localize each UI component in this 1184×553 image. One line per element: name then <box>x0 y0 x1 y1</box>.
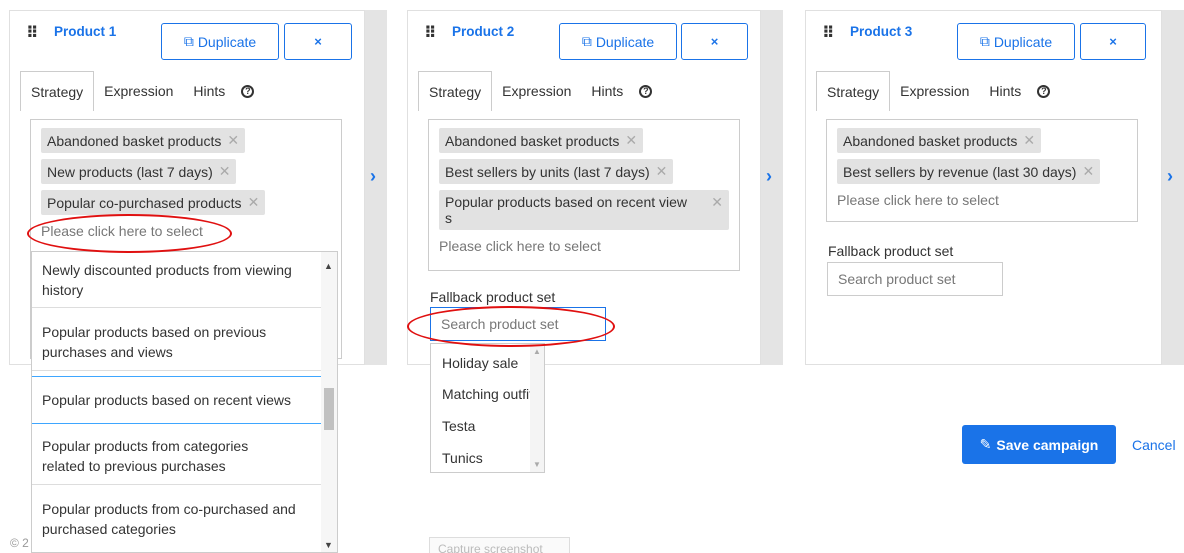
strategy-select[interactable]: Abandoned basket products ✕ Best sellers … <box>428 119 740 271</box>
chevron-right-icon[interactable]: › <box>766 167 772 185</box>
fallback-search-input[interactable]: Search product set <box>827 262 1003 296</box>
duplicate-icon: ⧉ <box>581 33 592 49</box>
close-button[interactable]: × <box>284 23 352 60</box>
remove-chip-icon[interactable]: ✕ <box>711 194 723 210</box>
save-campaign-button[interactable]: ✎ Save campaign <box>962 425 1116 464</box>
card-gutter-1: › <box>365 10 387 365</box>
select-placeholder[interactable]: Please click here to select <box>439 238 729 254</box>
tab-hints[interactable]: Hints <box>979 71 1031 111</box>
tab-expression[interactable]: Expression <box>94 71 183 111</box>
tab-hints[interactable]: Hints <box>183 71 235 111</box>
list-item[interactable]: Matching outfit <box>442 386 533 402</box>
product-card-3: ⠿ Product 3 ⧉ Duplicate × Strategy Expre… <box>805 10 1162 365</box>
strategy-chip: Popular products based on recent view ✕ s <box>439 190 729 230</box>
strategy-chip: Abandoned basket products ✕ <box>41 128 246 153</box>
tab-strategy[interactable]: Strategy <box>418 71 493 111</box>
dropdown-scrollbar[interactable]: ▲ ▼ <box>321 252 337 552</box>
chevron-right-icon[interactable]: › <box>1167 167 1173 185</box>
list-item[interactable]: Popular products based on recent views <box>32 376 322 424</box>
help-circle-icon[interactable]: ? <box>639 84 653 98</box>
list-item[interactable]: Holiday sale <box>442 355 518 371</box>
list-item[interactable]: Tunics <box>442 450 483 466</box>
card-gutter-2: › <box>761 10 783 365</box>
strategy-chip: Abandoned basket products ✕ <box>439 128 644 153</box>
tab-strategy[interactable]: Strategy <box>20 71 95 111</box>
remove-chip-icon[interactable]: ✕ <box>1082 163 1094 180</box>
remove-chip-icon[interactable]: ✕ <box>656 163 668 180</box>
scroll-up-icon[interactable]: ▲ <box>324 261 333 271</box>
duplicate-icon: ⧉ <box>979 33 990 49</box>
product-title: Product 3 <box>850 24 913 39</box>
card-gutter-3: › <box>1162 10 1184 365</box>
annotation-circle <box>27 214 232 253</box>
list-item[interactable]: Popular products from co-purchased and pu… <box>32 490 322 548</box>
fallback-label: Fallback product set <box>430 289 556 305</box>
strategy-chip: Best sellers by revenue (last 30 days) ✕ <box>837 159 1101 184</box>
fallback-label: Fallback product set <box>828 243 954 259</box>
duplicate-button[interactable]: ⧉ Duplicate <box>559 23 677 60</box>
tab-bar: Strategy Expression Hints ? <box>20 71 364 111</box>
list-item[interactable]: Popular products from categories related … <box>32 427 322 485</box>
remove-chip-icon[interactable]: ✕ <box>1023 132 1035 149</box>
help-circle-icon[interactable]: ? <box>241 84 255 98</box>
dropdown-scrollbar[interactable]: ▲ ▼ <box>530 344 544 472</box>
drag-handle-icon[interactable]: ⠿ <box>26 23 38 43</box>
chevron-right-icon[interactable]: › <box>370 167 376 185</box>
scroll-down-icon[interactable]: ▼ <box>533 460 541 469</box>
edit-icon: ✎ <box>979 436 992 452</box>
tab-hints[interactable]: Hints <box>581 71 633 111</box>
tab-expression[interactable]: Expression <box>890 71 979 111</box>
card-header: ⠿ Product 1 ⧉ Duplicate × <box>10 11 364 71</box>
strategy-dropdown-list[interactable]: Newly discounted products from viewing hi… <box>31 251 338 553</box>
select-placeholder[interactable]: Please click here to select <box>837 192 1127 208</box>
strategy-chip: Abandoned basket products ✕ <box>837 128 1042 153</box>
strategy-select[interactable]: Abandoned basket products ✕ Best sellers … <box>826 119 1138 222</box>
duplicate-button[interactable]: ⧉ Duplicate <box>957 23 1075 60</box>
strategy-chip: New products (last 7 days) ✕ <box>41 159 237 184</box>
remove-chip-icon[interactable]: ✕ <box>219 163 231 180</box>
duplicate-icon: ⧉ <box>183 33 194 49</box>
capture-screenshot-button[interactable]: Capture screenshot <box>429 537 570 553</box>
copyright-text: © 2 <box>10 536 29 550</box>
tab-expression[interactable]: Expression <box>492 71 581 111</box>
scroll-up-icon[interactable]: ▲ <box>533 347 541 356</box>
close-button[interactable]: × <box>681 23 748 60</box>
remove-chip-icon[interactable]: ✕ <box>625 132 637 149</box>
duplicate-button[interactable]: ⧉ Duplicate <box>161 23 279 60</box>
drag-handle-icon[interactable]: ⠿ <box>424 23 436 43</box>
tab-bar: Strategy Expression Hints ? <box>418 71 760 111</box>
scroll-down-icon[interactable]: ▼ <box>324 540 333 550</box>
tab-strategy[interactable]: Strategy <box>816 71 891 111</box>
remove-chip-icon[interactable]: ✕ <box>248 194 260 211</box>
scrollbar-thumb[interactable] <box>324 388 334 430</box>
close-button[interactable]: × <box>1080 23 1146 60</box>
list-item[interactable]: Testa <box>442 418 475 434</box>
product-title: Product 2 <box>452 24 515 39</box>
annotation-circle <box>407 306 615 347</box>
tab-bar: Strategy Expression Hints ? <box>816 71 1161 111</box>
fallback-dropdown-list[interactable]: Holiday sale Matching outfit Testa Tunic… <box>430 343 545 473</box>
strategy-chip: Best sellers by units (last 7 days) ✕ <box>439 159 674 184</box>
help-circle-icon[interactable]: ? <box>1037 84 1051 98</box>
product-title: Product 1 <box>54 24 117 39</box>
drag-handle-icon[interactable]: ⠿ <box>822 23 834 43</box>
strategy-chip: Popular co-purchased products ✕ <box>41 190 266 215</box>
list-item[interactable]: Popular products based on previous purcha… <box>32 313 322 371</box>
list-item[interactable]: Newly discounted products from viewing hi… <box>32 252 322 308</box>
cancel-link[interactable]: Cancel <box>1132 437 1176 453</box>
card-header: ⠿ Product 2 ⧉ Duplicate × <box>408 11 760 71</box>
card-header: ⠿ Product 3 ⧉ Duplicate × <box>806 11 1161 71</box>
remove-chip-icon[interactable]: ✕ <box>227 132 239 149</box>
